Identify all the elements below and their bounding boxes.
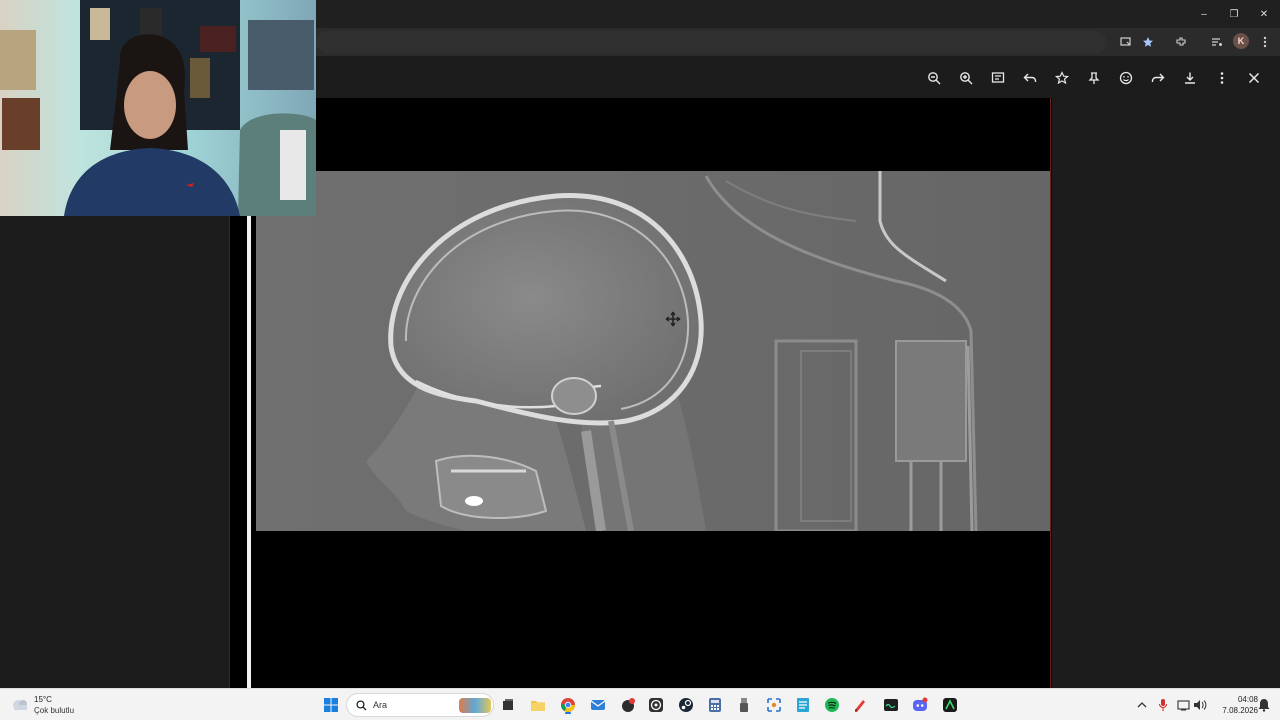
usb-icon[interactable] xyxy=(734,695,754,715)
close-window-button[interactable]: ✕ xyxy=(1250,4,1278,24)
task-view-icon[interactable] xyxy=(498,695,518,715)
file-explorer-icon[interactable] xyxy=(528,695,548,715)
red-app-icon[interactable] xyxy=(618,695,638,715)
search-label: Ara xyxy=(373,700,388,710)
browser-menu-icon[interactable] xyxy=(1256,33,1274,51)
close-viewer-icon[interactable] xyxy=(1244,68,1264,88)
screen: – ❐ ✕ K 15°C Çok bulutlu Ara 04:08 7.08.… xyxy=(0,0,1280,720)
extensions-icon[interactable] xyxy=(1172,33,1190,51)
webcam-overlay xyxy=(0,0,316,216)
green-app-icon[interactable] xyxy=(940,695,960,715)
profile-initial: K xyxy=(1237,36,1245,46)
chevron-up-icon[interactable] xyxy=(1132,695,1152,715)
download-icon[interactable] xyxy=(1180,68,1200,88)
bookmark-star-icon[interactable] xyxy=(1139,33,1157,51)
microphone-icon[interactable] xyxy=(1153,695,1173,715)
address-bar[interactable] xyxy=(316,31,1106,53)
obs-icon[interactable] xyxy=(646,695,666,715)
close-window-icon: ✕ xyxy=(1259,8,1269,20)
reply-icon[interactable] xyxy=(1020,68,1040,88)
minimize-icon: – xyxy=(1201,8,1207,20)
notification-bell-icon[interactable] xyxy=(1254,695,1274,715)
terminal-icon[interactable] xyxy=(881,695,901,715)
profile-avatar[interactable]: K xyxy=(1233,33,1249,49)
restore-button[interactable]: ❐ xyxy=(1220,4,1248,24)
speaker-icon[interactable] xyxy=(1190,695,1210,715)
weather-widget[interactable]: 15°C Çok bulutlu xyxy=(10,693,130,717)
media-icon[interactable] xyxy=(1208,33,1226,51)
weather-temp: 15°C xyxy=(34,695,52,704)
spotify-icon[interactable] xyxy=(822,695,842,715)
zoom-in-icon[interactable] xyxy=(956,68,976,88)
install-icon[interactable] xyxy=(1117,33,1135,51)
chrome-icon[interactable] xyxy=(558,695,578,715)
calculator-icon[interactable] xyxy=(705,695,725,715)
active-indicator xyxy=(565,712,571,714)
clock-date[interactable]: 7.08.2026 xyxy=(1208,706,1258,715)
search-highlight-image xyxy=(459,698,491,713)
forward-icon[interactable] xyxy=(1148,68,1168,88)
cloud-icon xyxy=(13,700,27,710)
windows-start-button[interactable] xyxy=(321,695,341,715)
restore-icon: ❐ xyxy=(1229,8,1239,20)
more-icon[interactable] xyxy=(1212,68,1232,88)
taskbar-search[interactable]: Ara xyxy=(346,693,494,717)
mail-icon[interactable] xyxy=(588,695,608,715)
pen-app-icon[interactable] xyxy=(850,695,870,715)
minimize-button[interactable]: – xyxy=(1190,4,1218,24)
notepad-icon[interactable] xyxy=(793,695,813,715)
steam-icon[interactable] xyxy=(676,695,696,715)
taskbar: 15°C Çok bulutlu Ara 04:08 7.08.2026 xyxy=(0,688,1280,720)
clock-time[interactable]: 04:08 xyxy=(1218,695,1258,704)
search-icon xyxy=(356,700,367,711)
xray-image[interactable] xyxy=(256,171,1050,531)
pin-icon[interactable] xyxy=(1084,68,1104,88)
zoom-out-icon[interactable] xyxy=(924,68,944,88)
emoji-icon[interactable] xyxy=(1116,68,1136,88)
discord-icon[interactable] xyxy=(910,695,930,715)
weather-desc: Çok bulutlu xyxy=(34,706,75,715)
frame-border-right xyxy=(1050,98,1051,688)
star-icon[interactable] xyxy=(1052,68,1072,88)
snipping-tool-icon[interactable] xyxy=(764,695,784,715)
caption-icon[interactable] xyxy=(988,68,1008,88)
